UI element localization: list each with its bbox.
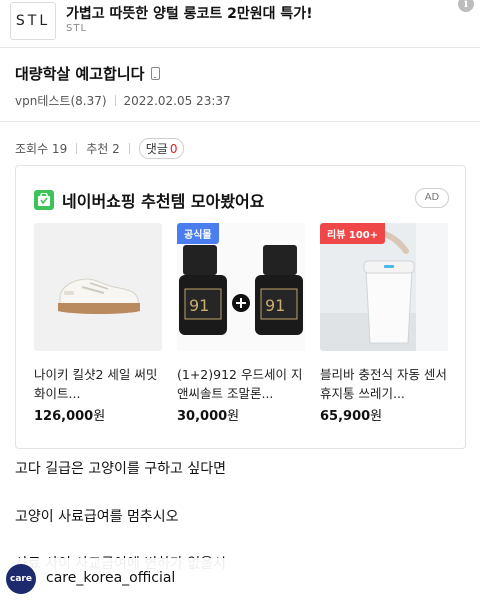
review-count-badge: 리뷰 100+	[320, 223, 386, 244]
product-price-value: 65,900	[320, 409, 371, 424]
ad-brand-logo: STL	[10, 2, 56, 40]
account-name[interactable]: care_korea_official	[46, 570, 175, 586]
product-card-2[interactable]: 91 91 공식몰 (1+2)912 우드세이 지앤씨솔트 조말론... 30,…	[177, 223, 305, 424]
divider	[0, 47, 480, 48]
comment-count: 0	[169, 141, 178, 156]
comment-button[interactable]: 댓글 0	[138, 138, 185, 159]
post-title: 대량학살 예고합니다	[15, 63, 161, 84]
product-image-trash-can[interactable]: 리뷰 100+	[320, 223, 448, 351]
post-stats: 조회수 19 추천 2 댓글 0	[15, 138, 185, 159]
ad-title[interactable]: 가볍고 따뜻한 양털 롱코트 2만원대 특가!	[66, 3, 313, 23]
post-body-line-2: 고양이 사료급여를 멈추시오	[15, 509, 179, 525]
naver-shopping-icon	[34, 190, 54, 210]
price-unit: 원	[93, 409, 106, 424]
svg-text:91: 91	[265, 296, 285, 315]
shopping-recommendation-box: 네이버쇼핑 추천템 모아봤어요 AD 나이키 킬샷2 세일 써밋 화이트... …	[15, 165, 466, 449]
product-name[interactable]: 블리바 충전식 자동 센서 휴지통 쓰레기...	[320, 365, 448, 403]
comment-label: 댓글	[145, 142, 168, 156]
post-body-line-1: 고다 길급은 고양이를 구하고 싶다면	[15, 461, 226, 477]
product-name[interactable]: 나이키 킬샷2 세일 써밋 화이트...	[34, 365, 162, 403]
product-price: 65,900원	[320, 405, 448, 424]
meta-divider	[114, 95, 116, 106]
top-ad-banner[interactable]: STL 가볍고 따뜻한 양털 롱코트 2만원대 특가! STL i	[0, 0, 480, 46]
care-logo-text: care	[10, 574, 32, 584]
author-name[interactable]: vpn테스트(8.37)	[15, 92, 107, 109]
view-count: 조회수 19	[15, 142, 68, 156]
price-unit: 원	[370, 409, 383, 424]
product-image-sneaker[interactable]	[34, 223, 162, 351]
post-title-text: 대량학살 예고합니다	[15, 65, 145, 83]
care-korea-logo: care	[6, 564, 36, 594]
product-price-value: 126,000	[34, 409, 94, 424]
product-card-3[interactable]: 리뷰 100+ 블리바 충전식 자동 센서 휴지통 쓰레기... 65,900원	[320, 223, 448, 424]
mobile-phone-icon	[151, 67, 161, 80]
product-name[interactable]: (1+2)912 우드세이 지앤씨솔트 조말론...	[177, 365, 305, 403]
post-meta: vpn테스트(8.37) 2022.02.05 23:37	[15, 92, 231, 109]
shopping-title: 네이버쇼핑 추천템 모아봤어요	[62, 192, 265, 211]
official-store-badge: 공식몰	[177, 223, 219, 244]
svg-text:91: 91	[189, 296, 209, 315]
info-icon[interactable]: i	[458, 0, 474, 12]
stats-divider	[76, 143, 78, 154]
shopping-header: 네이버쇼핑 추천템 모아봤어요	[34, 188, 265, 212]
post-datetime: 2022.02.05 23:37	[123, 93, 231, 108]
recommend-count: 추천 2	[86, 142, 120, 156]
ad-badge[interactable]: AD	[415, 188, 449, 208]
product-price: 126,000원	[34, 405, 162, 424]
product-card-1[interactable]: 나이키 킬샷2 세일 써밋 화이트... 126,000원	[34, 223, 162, 424]
product-price-value: 30,000	[177, 409, 228, 424]
product-price: 30,000원	[177, 405, 305, 424]
divider	[0, 121, 480, 122]
stats-divider	[128, 143, 130, 154]
price-unit: 원	[227, 409, 240, 424]
product-image-perfume[interactable]: 91 91 공식몰	[177, 223, 305, 351]
ad-brand-name: STL	[66, 23, 88, 34]
